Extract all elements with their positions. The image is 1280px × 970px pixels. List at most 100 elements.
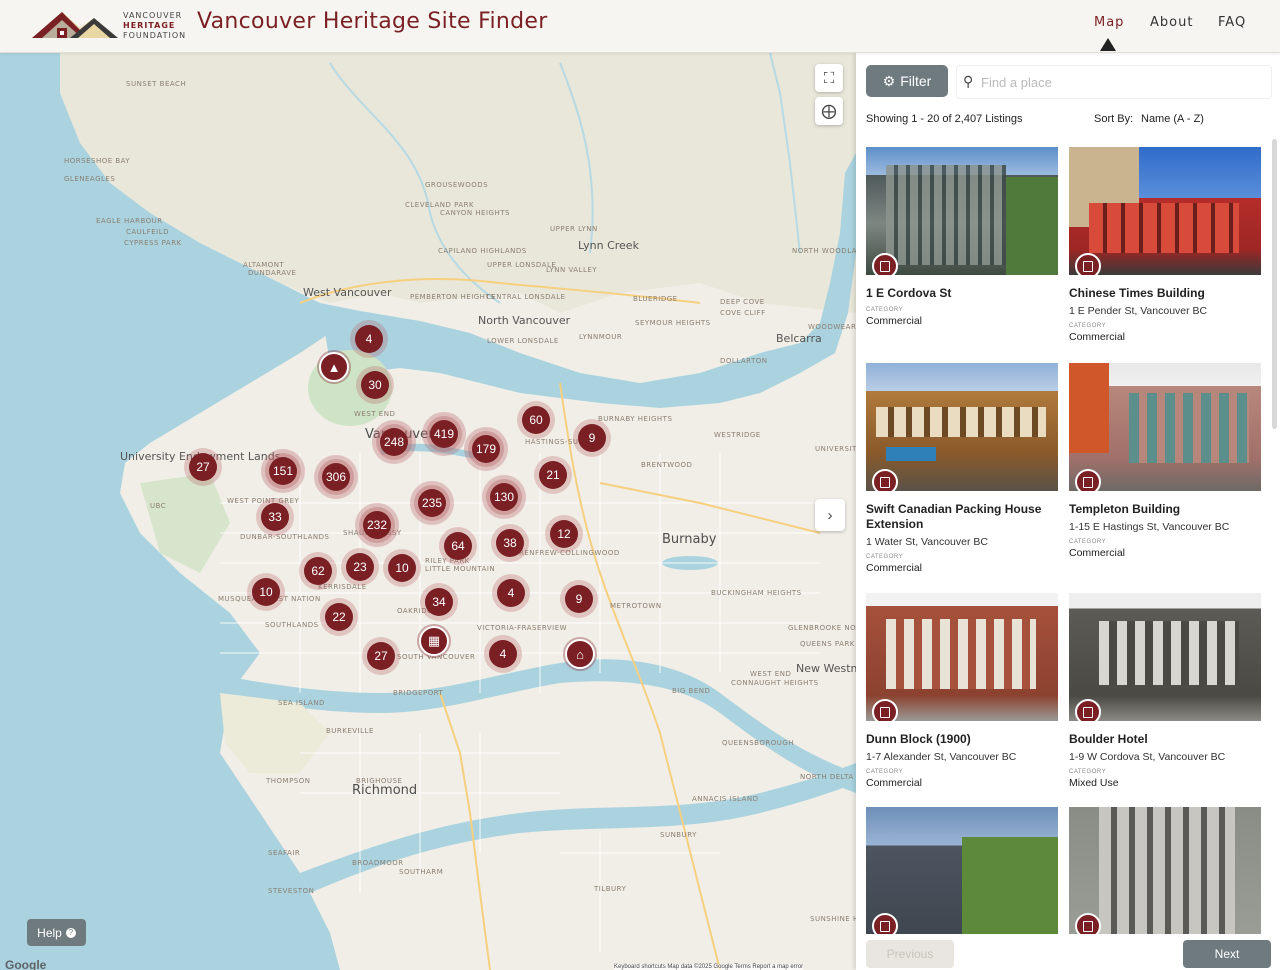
place-label: HORSESHOE BAY xyxy=(64,157,131,165)
map-cluster[interactable]: 232 xyxy=(363,511,391,539)
listing-address: 1-9 W Cordova St, Vancouver BC xyxy=(1069,751,1226,763)
place-label: SOUTHARM xyxy=(399,868,444,876)
map-attribution[interactable]: Keyboard shortcuts Map data ©2025 Google… xyxy=(614,964,804,970)
place-label: GLENEAGLES xyxy=(64,175,116,183)
place-label: LOWER LONSDALE xyxy=(487,337,559,345)
nav-map[interactable]: Map xyxy=(1094,15,1124,30)
place-label: UNIVERSITY xyxy=(815,445,856,453)
map-cluster[interactable]: 64 xyxy=(444,532,472,560)
listing-card[interactable] xyxy=(1069,807,1261,934)
place-label: GLENBROOKE NORTH xyxy=(788,624,856,632)
listing-card[interactable]: 1 E Cordova St CATEGORY Commercial xyxy=(866,147,1058,327)
place-label: CONNAUGHT HEIGHTS xyxy=(731,679,819,687)
previous-button[interactable]: Previous xyxy=(866,940,954,968)
map-cluster[interactable]: 23 xyxy=(346,553,374,581)
map-cluster[interactable]: 130 xyxy=(490,483,518,511)
listing-card[interactable]: Boulder Hotel 1-9 W Cordova St, Vancouve… xyxy=(1069,593,1261,789)
search-icon: ⚲ xyxy=(963,73,974,89)
city-label: West Vancouver xyxy=(303,286,392,299)
filter-label: Filter xyxy=(900,73,932,89)
nav-faq[interactable]: FAQ xyxy=(1218,15,1246,30)
listing-grid: 1 E Cordova St CATEGORY Commercial Chine… xyxy=(866,147,1266,934)
listing-category: Commercial xyxy=(1069,331,1126,343)
search-box[interactable]: ⚲ xyxy=(956,65,1272,99)
map-cluster[interactable]: 38 xyxy=(496,529,524,557)
place-label: QUEENSBOROUGH xyxy=(722,739,795,747)
search-input[interactable] xyxy=(979,70,1263,94)
place-label: UPPER LYNN xyxy=(550,225,598,233)
map-cluster[interactable]: 151 xyxy=(269,457,297,485)
listings-panel: ⚙ Filter ⚲ Showing 1 - 20 of 2,407 Listi… xyxy=(856,53,1280,970)
place-label: WEST END xyxy=(354,410,396,418)
map-cluster[interactable]: 306 xyxy=(322,463,350,491)
house-pin-icon[interactable]: ⌂ xyxy=(565,639,595,669)
place-label: BRIDGEPORT xyxy=(393,689,444,697)
map-cluster[interactable]: 235 xyxy=(418,489,446,517)
chevron-right-icon[interactable]: › xyxy=(815,499,845,531)
place-label: NORTH DELTA xyxy=(800,773,854,781)
map-cluster[interactable]: 9 xyxy=(578,424,606,452)
map-cluster[interactable]: 10 xyxy=(252,578,280,606)
fullscreen-icon[interactable]: ⛶ xyxy=(815,64,843,92)
map-cluster[interactable]: 12 xyxy=(550,520,578,548)
map-cluster[interactable]: 4 xyxy=(355,325,383,353)
map-cluster[interactable]: 33 xyxy=(261,503,289,531)
listing-photo xyxy=(1069,363,1261,491)
map-cluster[interactable]: 179 xyxy=(472,435,500,463)
listing-photo xyxy=(866,807,1058,934)
place-label: SEYMOUR HEIGHTS xyxy=(635,319,711,327)
sort-select[interactable]: Name (A - Z) xyxy=(1141,113,1204,125)
place-label: EAGLE HARBOUR xyxy=(96,217,163,225)
map-cluster[interactable]: 22 xyxy=(325,603,353,631)
category-label: CATEGORY xyxy=(866,769,904,775)
map-cluster[interactable]: 27 xyxy=(367,642,395,670)
place-label: SUNSET BEACH xyxy=(126,80,187,88)
map-cluster[interactable]: 10 xyxy=(388,554,416,582)
map-canvas[interactable]: SUNSET BEACH HORSESHOE BAY GLENEAGLES EA… xyxy=(0,53,856,970)
scrollbar[interactable] xyxy=(1272,139,1277,429)
active-nav-caret-icon xyxy=(1100,38,1116,51)
place-label: BROADMOOR xyxy=(352,859,404,867)
monument-pin-icon[interactable]: ▲ xyxy=(319,352,349,382)
locate-icon[interactable]: ⨁ xyxy=(815,97,843,125)
place-label: CAULFEILD xyxy=(126,228,170,236)
listing-name: Boulder Hotel xyxy=(1069,732,1148,746)
google-logo: Google xyxy=(5,958,47,970)
listing-card[interactable]: Chinese Times Building 1 E Pender St, Va… xyxy=(1069,147,1261,343)
filter-button[interactable]: ⚙ Filter xyxy=(866,65,948,97)
building-pin-icon[interactable]: ▦ xyxy=(419,626,449,656)
vhf-logo[interactable]: VANCOUVER HERITAGE FOUNDATION xyxy=(30,8,190,44)
map-cluster[interactable]: 248 xyxy=(380,428,408,456)
place-label: LYNNMOUR xyxy=(579,333,623,341)
city-label: University Endowment Lands xyxy=(120,450,280,463)
map-cluster[interactable]: 27 xyxy=(189,453,217,481)
listing-card[interactable] xyxy=(866,807,1058,934)
map-cluster[interactable]: 21 xyxy=(539,461,567,489)
listing-name: Chinese Times Building xyxy=(1069,286,1205,300)
listing-card[interactable]: Swift Canadian Packing House Extension 1… xyxy=(866,363,1058,574)
map-cluster[interactable]: 60 xyxy=(522,406,550,434)
map-cluster[interactable]: 34 xyxy=(425,588,453,616)
map-cluster[interactable]: 4 xyxy=(497,579,525,607)
map-cluster[interactable]: 62 xyxy=(304,557,332,585)
listing-address: 1 E Pender St, Vancouver BC xyxy=(1069,305,1208,317)
place-label: BRENTWOOD xyxy=(641,461,693,469)
next-button[interactable]: Next xyxy=(1183,940,1271,968)
listing-address: 1 Water St, Vancouver BC xyxy=(866,536,988,548)
place-label: CENTRAL LONSDALE xyxy=(486,293,566,301)
listing-count: Showing 1 - 20 of 2,407 Listings xyxy=(866,113,1023,125)
map-cluster[interactable]: 30 xyxy=(361,371,389,399)
listing-category: Commercial xyxy=(866,777,923,789)
help-button[interactable]: Help ? xyxy=(27,919,86,946)
building-badge-icon xyxy=(1075,913,1101,934)
listing-card[interactable]: Templeton Building 1-15 E Hastings St, V… xyxy=(1069,363,1261,559)
city-label: New Westminster xyxy=(796,662,856,675)
listing-category: Mixed Use xyxy=(1069,777,1119,789)
map-cluster[interactable]: 9 xyxy=(565,585,593,613)
map-cluster[interactable]: 419 xyxy=(430,420,458,448)
map-cluster[interactable]: 4 xyxy=(489,640,517,668)
nav-about[interactable]: About xyxy=(1150,15,1193,30)
city-label: Belcarra xyxy=(776,332,822,345)
help-icon: ? xyxy=(65,927,76,938)
listing-card[interactable]: Dunn Block (1900) 1-7 Alexander St, Vanc… xyxy=(866,593,1058,789)
